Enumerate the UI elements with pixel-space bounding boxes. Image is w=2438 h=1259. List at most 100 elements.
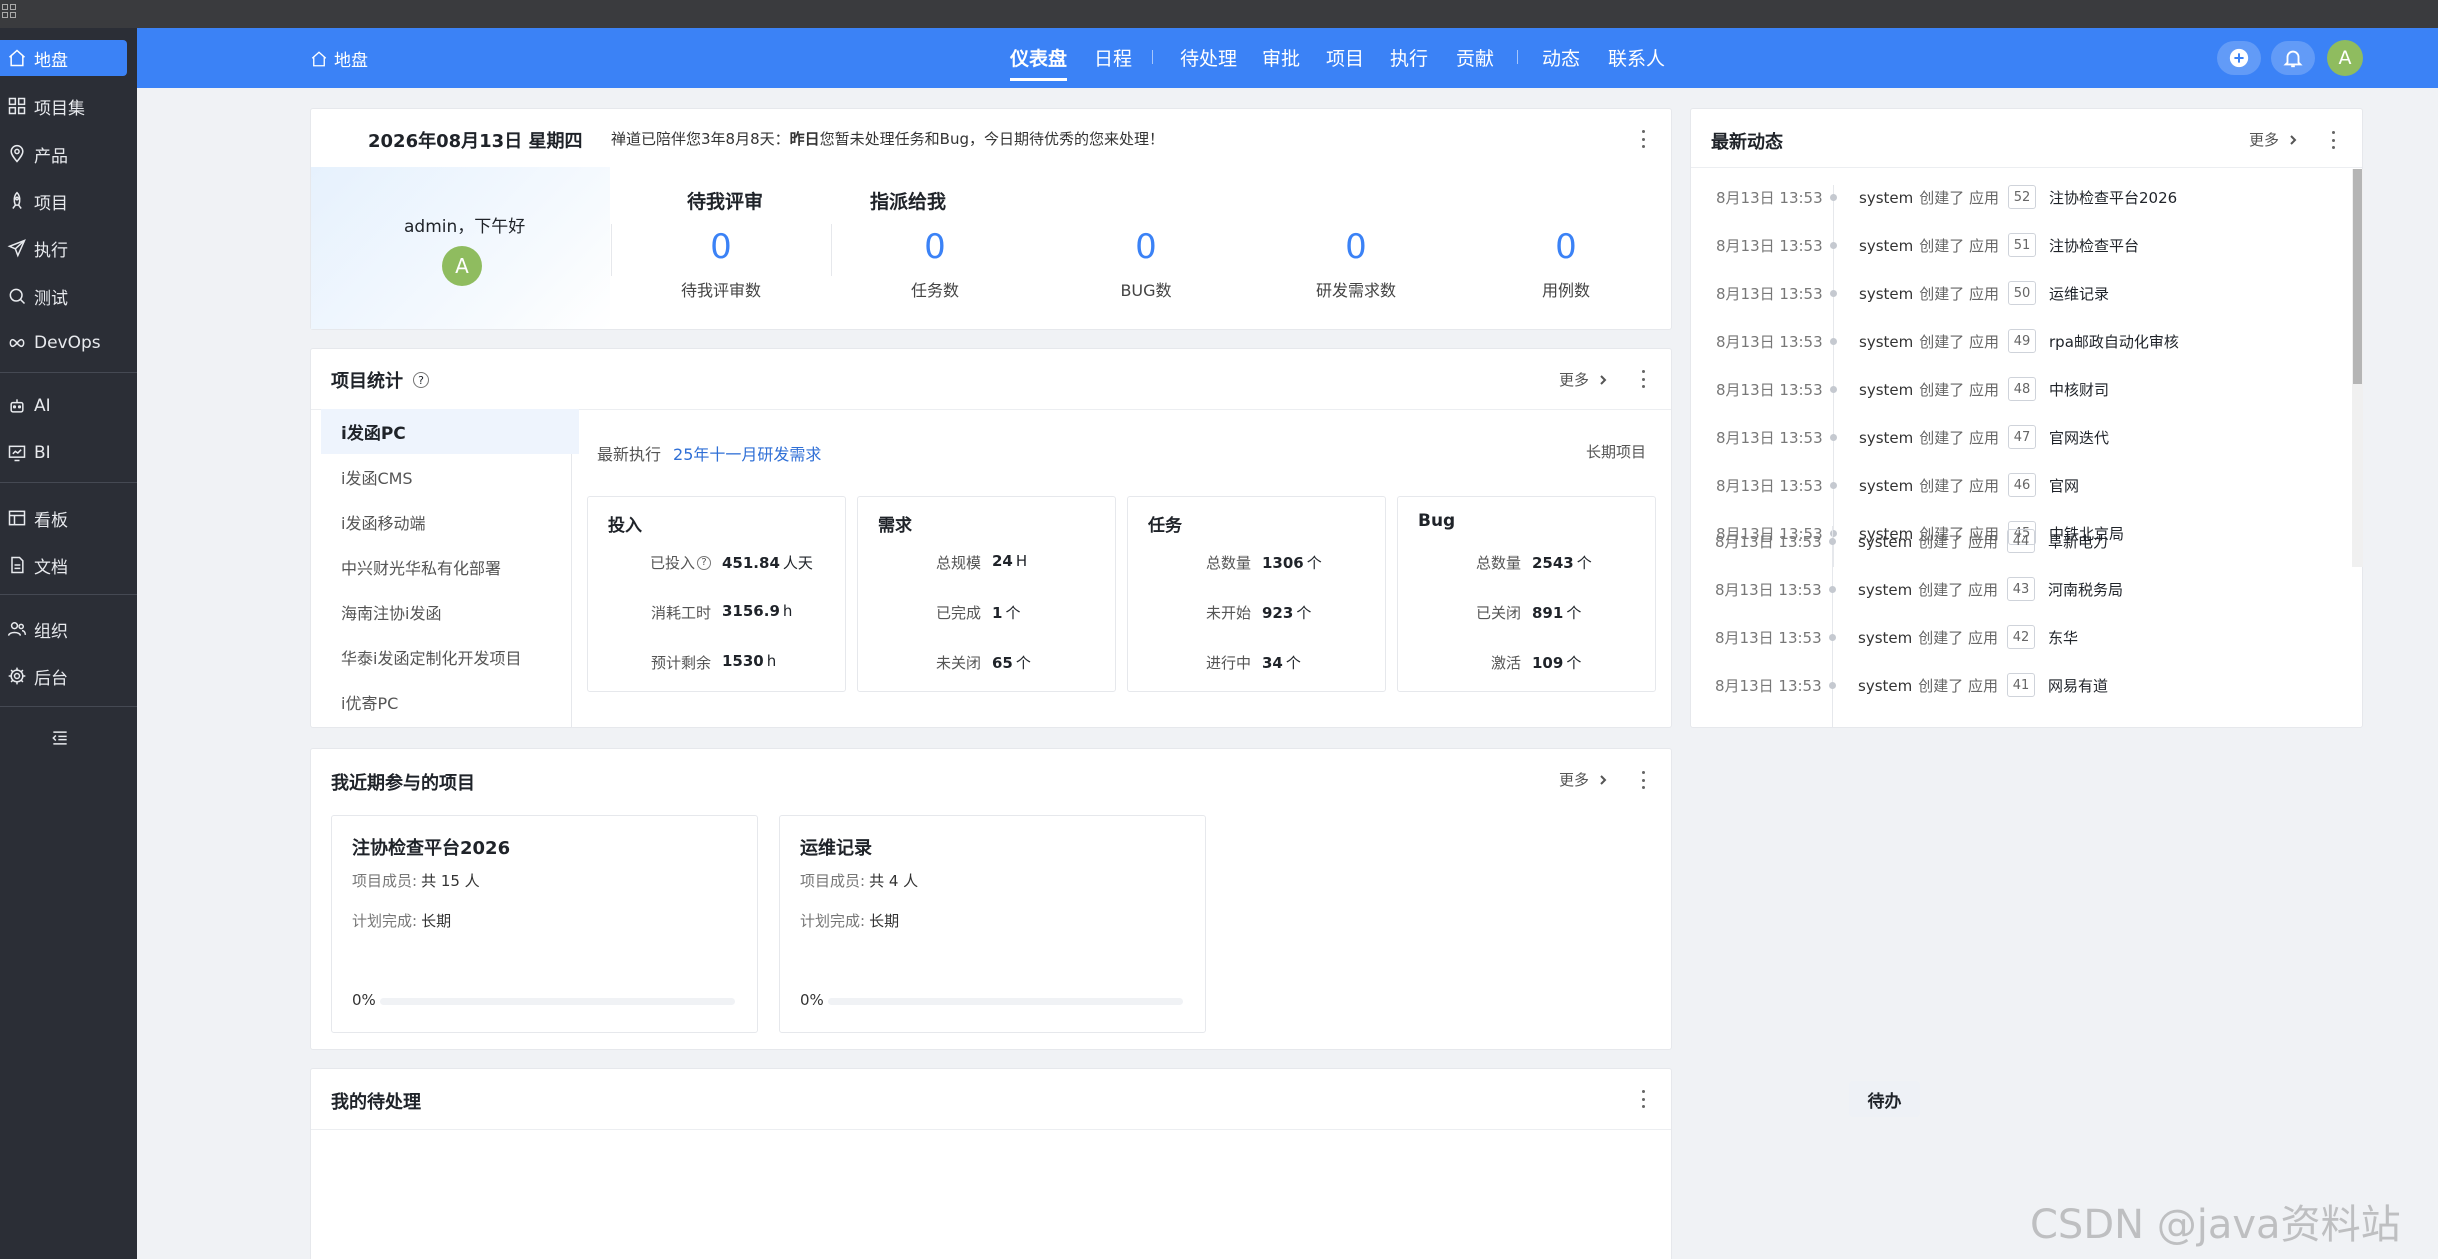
sidebar-item-label: 执行 (34, 240, 68, 261)
sidebar-item-org[interactable]: 组织 (0, 611, 127, 647)
recent-projects-card: 我近期参与的项目 更多 注协检查平台2026 项目成员: 共 15 人 计划完成:… (310, 748, 1672, 1050)
sidebar-item-ai[interactable]: AI (0, 388, 127, 424)
stat-label: 已完成 (935, 604, 981, 622)
notifications-button[interactable] (2271, 41, 2315, 75)
more-dots-icon[interactable] (1640, 771, 1646, 789)
more-dots-icon[interactable] (1640, 1090, 1646, 1108)
project-card[interactable]: 运维记录 项目成员: 共 4 人 计划完成: 长期 0% (779, 815, 1206, 1033)
activity-target-link[interactable]: 官网迭代 (2049, 427, 2109, 448)
sidebar-item-execution[interactable]: 执行 (0, 230, 127, 266)
collapse-sidebar-icon[interactable] (50, 728, 72, 750)
id-badge: 52 (2008, 185, 2036, 209)
activity-target-link[interactable]: 官网 (2049, 475, 2079, 496)
sidebar-item-label: DevOps (34, 333, 101, 353)
case-count[interactable]: 0 (1466, 227, 1666, 267)
list-item[interactable]: 8月13日 13:53 system 创建了 应用 42 东华 (1690, 622, 2345, 652)
tab-todo[interactable]: 待办 (1849, 1081, 1920, 1117)
more-link[interactable]: 更多 (1559, 769, 1609, 790)
more-link[interactable]: 更多 (2249, 129, 2299, 150)
activity-target-link[interactable]: rpa邮政自动化审核 (2049, 331, 2179, 352)
scrollbar-thumb[interactable] (2353, 169, 2362, 384)
list-item[interactable]: 华泰i发函定制化开发项目 (321, 634, 579, 679)
sidebar-item-dashboard[interactable]: 地盘 (0, 40, 127, 76)
tab-dynamics[interactable]: 动态 (1542, 44, 1580, 71)
stat-label: 未关闭 (935, 654, 981, 672)
list-item[interactable]: i发函移动端 (321, 499, 579, 544)
sidebar-item-product[interactable]: 产品 (0, 136, 127, 172)
activity-target-link[interactable]: 网易有道 (2048, 675, 2108, 696)
project-card[interactable]: 注协检查平台2026 项目成员: 共 15 人 计划完成: 长期 0% (331, 815, 758, 1033)
tab-execution[interactable]: 执行 (1390, 44, 1428, 71)
list-item[interactable]: i优寄PC (321, 679, 579, 724)
list-item[interactable]: 8月13日 13:53 system 创建了 应用 44 阜新电力 (1690, 526, 2345, 556)
task-count[interactable]: 0 (835, 227, 1035, 267)
review-count[interactable]: 0 (621, 227, 821, 267)
stat-unit: 个 (1566, 654, 1582, 672)
list-item[interactable]: 8月13日 13:53 system 创建了 应用 49 rpa邮政自动化审核 (1691, 326, 2346, 356)
id-badge: 44 (2007, 529, 2035, 553)
list-item[interactable]: 8月13日 13:53 system 创建了 应用 46 官网 (1691, 470, 2346, 500)
tab-contacts[interactable]: 联系人 (1608, 44, 1665, 71)
tab-approval[interactable]: 审批 (1262, 44, 1300, 71)
sidebar-item-label: 项目 (34, 193, 68, 214)
latest-execution-link[interactable]: 25年十一月研发需求 (673, 445, 821, 464)
activity-target-link[interactable]: 中核财司 (2049, 379, 2109, 400)
more-link[interactable]: 更多 (1559, 369, 1609, 390)
list-item[interactable]: 8月13日 13:53 system 创建了 应用 41 网易有道 (1690, 670, 2345, 700)
apps-grid-icon[interactable] (2, 4, 16, 18)
activity-target-link[interactable]: 阜新电力 (2048, 531, 2108, 552)
box-title: 任务 (1148, 516, 1182, 536)
tab-contribution[interactable]: 贡献 (1456, 44, 1494, 71)
welcome-message: 禅道已陪伴您3年8月8天：昨日您暂未处理任务和Bug，今日期待优秀的您来处理！ (611, 128, 1164, 149)
more-dots-icon[interactable] (1640, 370, 1646, 388)
activity-target-link[interactable]: 注协检查平台 (2049, 235, 2139, 256)
list-item[interactable]: 中兴财光华私有化部署 (321, 544, 579, 589)
list-item[interactable]: 8月13日 13:53 system 创建了 应用 48 中核财司 (1691, 374, 2346, 404)
list-item[interactable]: 8月13日 13:53 system 创建了 应用 47 官网迭代 (1691, 422, 2346, 452)
project-name: 注协检查平台2026 (352, 838, 511, 859)
tab-project[interactable]: 项目 (1326, 44, 1364, 71)
members-value: 共 15 人 (421, 872, 480, 890)
sidebar-item-label: 组织 (34, 621, 68, 642)
sidebar-item-admin[interactable]: 后台 (0, 658, 127, 694)
tab-schedule[interactable]: 日程 (1094, 44, 1132, 71)
more-dots-icon[interactable] (1640, 130, 1646, 148)
list-item[interactable]: i发函CMS (321, 454, 579, 499)
sidebar-item-bi[interactable]: BI (0, 435, 127, 471)
users-icon (6, 618, 28, 640)
breadcrumb[interactable]: 地盘 (310, 46, 368, 71)
list-item[interactable]: 海南注协i发函 (321, 589, 579, 634)
sidebar-item-kanban[interactable]: 看板 (0, 500, 127, 536)
grid-icon (6, 95, 28, 117)
list-item[interactable]: 8月13日 13:53 system 创建了 应用 50 运维记录 (1691, 278, 2346, 308)
list-item[interactable]: 8月13日 13:53 system 创建了 应用 43 河南税务局 (1690, 574, 2345, 604)
stat-unit: 个 (1566, 604, 1582, 622)
sidebar-item-devops[interactable]: DevOps (0, 325, 127, 361)
story-count[interactable]: 0 (1256, 227, 1456, 267)
tab-dashboard[interactable]: 仪表盘 (1010, 44, 1068, 81)
sidebar-item-test[interactable]: 测试 (0, 278, 127, 314)
activity-target-link[interactable]: 注协检查平台2026 (2049, 187, 2177, 208)
sidebar-item-programs[interactable]: 项目集 (0, 88, 127, 124)
activity-target-link[interactable]: 运维记录 (2049, 283, 2109, 304)
activity-target-link[interactable]: 河南税务局 (2048, 579, 2123, 600)
avatar[interactable]: A (2327, 40, 2363, 76)
list-item[interactable]: 8月13日 13:53 system 创建了 应用 51 注协检查平台 (1691, 230, 2346, 260)
activity-time: 8月13日 13:53 (1715, 628, 1822, 647)
activity-user: system (1859, 428, 1914, 447)
scrollbar[interactable] (2352, 169, 2363, 567)
list-item[interactable]: 8月13日 13:53 system 创建了 应用 52 注协检查平台2026 (1691, 182, 2346, 212)
list-item[interactable]: i发函PC (321, 409, 579, 454)
more-dots-icon[interactable] (2330, 131, 2336, 149)
id-badge: 43 (2007, 577, 2035, 601)
activity-target-link[interactable]: 东华 (2048, 627, 2078, 648)
help-icon[interactable]: ? (413, 372, 429, 388)
sidebar-item-project[interactable]: 项目 (0, 183, 127, 219)
sidebar-item-docs[interactable]: 文档 (0, 547, 127, 583)
stat-label: 进行中 (1205, 654, 1251, 672)
add-button[interactable] (2217, 41, 2261, 75)
tab-pending[interactable]: 待处理 (1180, 44, 1237, 71)
bug-count[interactable]: 0 (1046, 227, 1246, 267)
chart-icon (6, 442, 28, 464)
help-icon[interactable]: ? (697, 555, 711, 570)
